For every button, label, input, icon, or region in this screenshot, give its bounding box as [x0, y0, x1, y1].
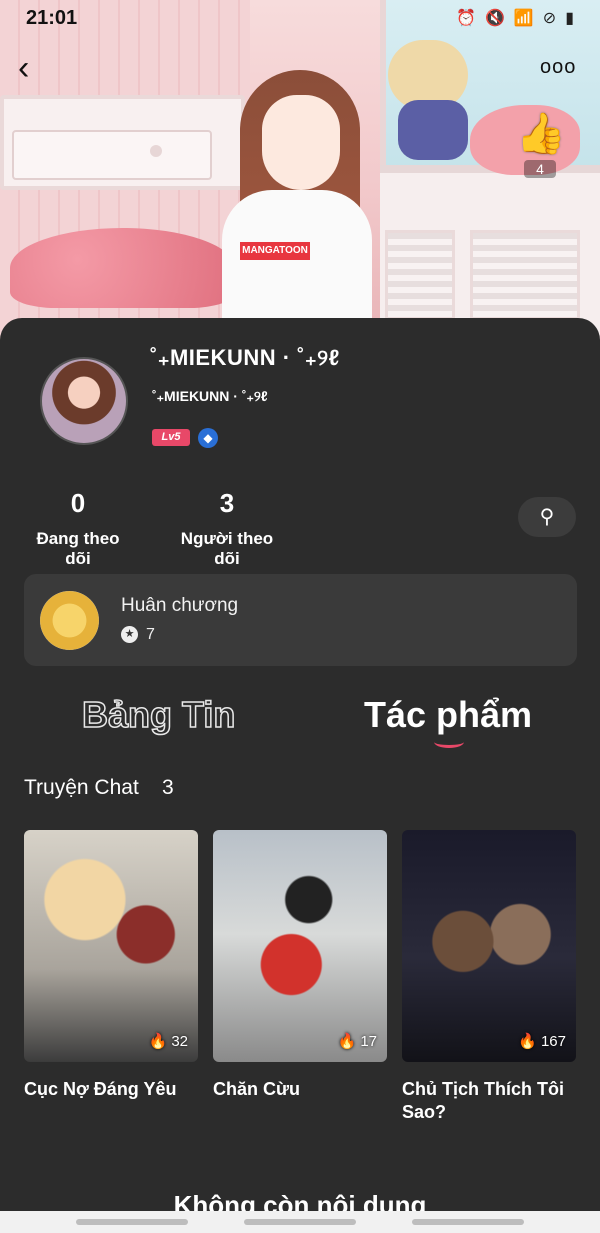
flame-icon: 🔥: [518, 1033, 537, 1050]
status-time: 21:01: [26, 6, 78, 29]
cover-cabinet-right: [470, 230, 580, 320]
nav-back-button[interactable]: [412, 1219, 524, 1225]
user-check-icon: ⚲: [539, 506, 555, 528]
cover-stool: [10, 228, 235, 308]
followers-label: Người theo dõi: [180, 529, 274, 568]
story-cover-image: 🔥 167: [402, 830, 576, 1062]
story-card[interactable]: 🔥 32 Cục Nợ Đáng Yêu: [24, 830, 198, 1101]
medal-title: Huân chương: [121, 595, 239, 616]
battery-icon: ▮: [565, 10, 574, 27]
tab-works[interactable]: Tác phẩm: [364, 694, 532, 736]
followers-stat[interactable]: 3 Người theo dõi: [168, 488, 286, 569]
username: ˚₊MIEKUNN · ˚₊୨ℓ: [152, 388, 268, 404]
following-label: Đang theo dõi: [36, 529, 120, 568]
story-cover-image: 🔥 17: [213, 830, 387, 1062]
star-icon: ★: [121, 626, 138, 643]
cover-shirt-logo: MANGATOON: [240, 242, 310, 260]
back-button[interactable]: ‹: [18, 50, 48, 86]
display-name: ˚₊MIEKUNN · ˚₊୨ℓ: [150, 345, 340, 370]
active-tab-indicator: [434, 736, 464, 748]
more-options-button[interactable]: ooo: [540, 56, 578, 78]
like-count: 4: [524, 160, 556, 178]
thumbs-up-icon: 👍: [516, 112, 566, 156]
nav-recent-button[interactable]: [76, 1219, 188, 1225]
flame-icon: 🔥: [148, 1033, 168, 1050]
story-view-count: 167: [540, 1033, 566, 1050]
medal-count: 7: [146, 626, 155, 643]
story-title: Chủ Tịch Thích Tôi Sao?: [402, 1079, 564, 1122]
cover-plush-body: [398, 100, 468, 160]
verified-diamond-icon: ◆: [198, 428, 218, 448]
medal-card[interactable]: [24, 574, 577, 666]
story-views: 🔥 167: [518, 1032, 566, 1050]
story-views: 🔥 17: [337, 1032, 377, 1050]
story-card[interactable]: 🔥 17 Chăn Cừu: [213, 830, 387, 1101]
avatar[interactable]: [40, 357, 128, 445]
mute-icon: 🔇: [484, 10, 505, 27]
following-count: 0: [70, 488, 86, 518]
nav-home-button[interactable]: [244, 1219, 356, 1225]
dnd-icon: ⊘: [542, 10, 557, 27]
story-views: 🔥 32: [148, 1032, 188, 1050]
story-cover-image: 🔥 32: [24, 830, 198, 1062]
level-badge: Lv5: [152, 429, 190, 446]
cover-character-face: [262, 95, 340, 190]
cover-cabinet-left: [385, 230, 455, 320]
story-card[interactable]: 🔥 167 Chủ Tịch Thích Tôi Sao?: [402, 830, 576, 1124]
status-icons: ⏰ 🔇 📶 ⊘ ▮: [456, 8, 574, 28]
wifi-icon: 📶: [513, 10, 534, 27]
section-title: Truyện Chat: [24, 776, 139, 799]
cover-drawer-knob: [150, 145, 162, 157]
flame-icon: 🔥: [337, 1033, 357, 1050]
alarm-icon: ⏰: [456, 10, 476, 27]
story-view-count: 17: [360, 1033, 377, 1050]
like-button[interactable]: 👍 4: [516, 110, 566, 182]
follow-user-button[interactable]: ⚲: [518, 497, 576, 537]
followers-count: 3: [219, 488, 235, 518]
tab-news-feed[interactable]: Bảng Tin: [81, 693, 236, 736]
story-title: Chăn Cừu: [213, 1079, 301, 1099]
story-view-count: 32: [171, 1033, 188, 1050]
medal-icon: [40, 591, 99, 650]
section-count: 3: [162, 776, 174, 799]
cover-drawer: [12, 130, 212, 180]
story-title: Cục Nợ Đáng Yêu: [24, 1079, 177, 1099]
following-stat[interactable]: 0 Đang theo dõi: [22, 488, 134, 569]
status-bar: 21:01 ⏰ 🔇 📶 ⊘ ▮: [0, 0, 600, 36]
profile-cover: MANGATOON: [0, 0, 600, 340]
